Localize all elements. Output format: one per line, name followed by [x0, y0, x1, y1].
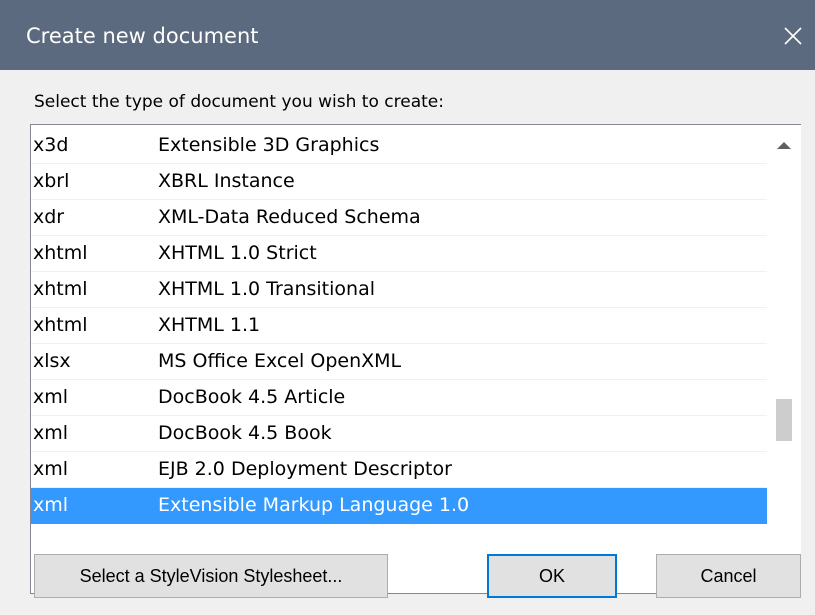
document-extension: xml — [33, 386, 69, 408]
document-extension: xml — [33, 422, 69, 444]
document-extension: xml — [33, 458, 69, 480]
document-type-list[interactable]: x3d Extensible 3D Graphics xbrl XBRL Instan… — [30, 124, 801, 594]
document-description: Extensible 3D Graphics — [158, 134, 380, 156]
document-description: XML-Data Reduced Schema — [158, 206, 421, 228]
document-extension: xml — [33, 494, 69, 516]
title-bar: Create new document — [0, 0, 815, 70]
document-type-rows: x3d Extensible 3D Graphics xbrl XBRL Instan… — [31, 128, 767, 524]
document-extension: xlsx — [33, 350, 71, 372]
document-extension: xbrl — [33, 170, 70, 192]
document-description: DocBook 4.5 Article — [158, 386, 346, 408]
document-description: EJB 2.0 Deployment Descriptor — [158, 458, 452, 480]
document-description: MS Office Excel OpenXML — [158, 350, 402, 372]
select-stylevision-stylesheet-button[interactable]: Select a StyleVision Stylesheet... — [34, 554, 388, 598]
document-extension: xdr — [33, 206, 65, 228]
ok-button[interactable]: OK — [487, 554, 617, 598]
cancel-button[interactable]: Cancel — [656, 554, 801, 598]
scrollbar-thumb[interactable] — [776, 399, 792, 441]
document-extension: xhtml — [33, 278, 88, 300]
document-type-row[interactable]: xhtml XHTML 1.1 — [31, 308, 767, 344]
document-type-row[interactable]: xml DocBook 4.5 Article — [31, 380, 767, 416]
prompt-label: Select the type of document you wish to … — [34, 92, 444, 112]
document-type-row[interactable]: xml DocBook 4.5 Book — [31, 416, 767, 452]
scroll-up-arrow-icon[interactable] — [775, 139, 793, 151]
vertical-scrollbar[interactable] — [767, 125, 801, 593]
document-description: Extensible Markup Language 1.0 — [158, 494, 470, 516]
document-extension: xhtml — [33, 314, 88, 336]
document-description: XBRL Instance — [158, 170, 295, 192]
document-description: XHTML 1.0 Strict — [158, 242, 317, 264]
dialog-body: Select the type of document you wish to … — [0, 70, 815, 615]
close-button[interactable] — [770, 13, 815, 58]
window-title: Create new document — [26, 24, 259, 48]
document-type-row[interactable]: xbrl XBRL Instance — [31, 164, 767, 200]
document-description: XHTML 1.0 Transitional — [158, 278, 375, 300]
close-icon — [784, 27, 802, 45]
document-extension: xhtml — [33, 242, 88, 264]
document-type-row[interactable]: xml Extensible Markup Language 1.0 — [31, 488, 767, 524]
document-type-row[interactable]: xlsx MS Office Excel OpenXML — [31, 344, 767, 380]
document-description: DocBook 4.5 Book — [158, 422, 332, 444]
document-type-row[interactable]: xhtml XHTML 1.0 Strict — [31, 236, 767, 272]
document-type-row[interactable]: xhtml XHTML 1.0 Transitional — [31, 272, 767, 308]
document-type-row[interactable]: x3d Extensible 3D Graphics — [31, 128, 767, 164]
document-description: XHTML 1.1 — [158, 314, 261, 336]
document-extension: x3d — [33, 134, 69, 156]
document-type-row[interactable]: xml EJB 2.0 Deployment Descriptor — [31, 452, 767, 488]
document-type-row[interactable]: xdr XML-Data Reduced Schema — [31, 200, 767, 236]
